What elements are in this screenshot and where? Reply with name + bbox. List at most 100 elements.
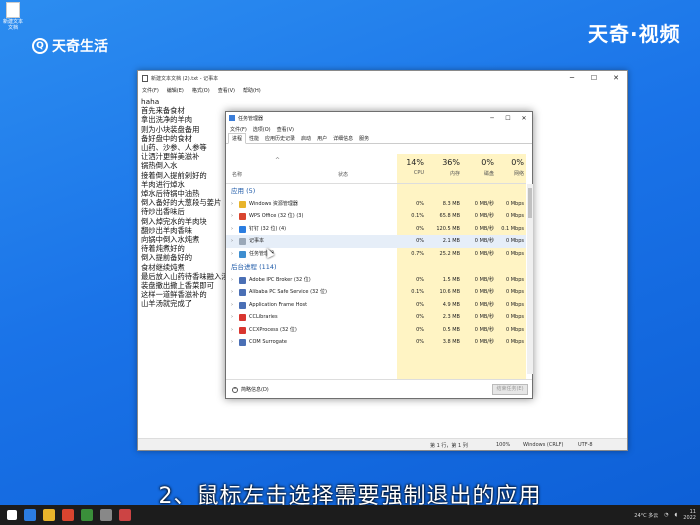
header-mem[interactable]: 内存 — [426, 170, 460, 177]
process-row[interactable]: › CCXProcess (32 位) 0% 0.5 MB 0 MB/秒 0 Mbps — [226, 324, 526, 336]
process-row[interactable]: › Adobe IPC Broker (32 位) 0% 1.5 MB 0 MB/秒 0 … — [226, 274, 526, 286]
process-cpu: 0% — [416, 238, 424, 245]
process-row[interactable]: › Windows 资源管理器 0% 8.3 MB 0 MB/秒 0 Mbps — [226, 198, 526, 210]
start-icon[interactable] — [7, 510, 17, 520]
taskbar-folder-icon[interactable] — [43, 509, 55, 521]
process-name: CCXProcess (32 位) — [249, 326, 297, 333]
menu-file[interactable]: 文件(F) — [142, 87, 159, 94]
process-group-header[interactable]: 后台进程 (114) — [226, 260, 526, 274]
menu-format[interactable]: 格式(O) — [192, 87, 210, 94]
tab-performance[interactable]: 性能 — [246, 134, 262, 143]
process-group-header[interactable]: 应用 (5) — [226, 184, 526, 198]
header-net-pct[interactable]: 0% — [494, 158, 524, 167]
process-net: 0 Mbps — [505, 213, 524, 220]
status-zoom: 100% — [496, 442, 511, 448]
header-name[interactable]: 名称 — [232, 171, 242, 178]
expand-chevron-icon[interactable]: › — [231, 324, 233, 336]
tab-processes[interactable]: 进程 — [228, 133, 247, 144]
status-eol: Windows (CRLF) — [523, 442, 564, 448]
process-net: 0 Mbps — [505, 338, 524, 345]
taskbar-wps-icon[interactable] — [62, 509, 74, 521]
process-row[interactable]: › Alibaba PC Safe Service (32 位) 0.1% 10.6 … — [226, 286, 526, 298]
header-disk-pct[interactable]: 0% — [462, 158, 494, 167]
process-mem: 25.2 MB — [439, 250, 460, 257]
header-mem-pct[interactable]: 36% — [426, 158, 460, 167]
tm-menu-options[interactable]: 选项(O) — [253, 126, 271, 133]
menu-view[interactable]: 查看(V) — [218, 87, 235, 94]
menu-help[interactable]: 帮助(H) — [243, 87, 261, 94]
brand-logo-right: 天奇·视频 — [588, 22, 681, 46]
process-cpu: 0.7% — [411, 250, 424, 257]
header-cpu[interactable]: CPU — [398, 170, 424, 176]
minimize-button[interactable]: ─ — [561, 74, 583, 82]
header-cpu-pct[interactable]: 14% — [398, 158, 424, 167]
process-row[interactable]: › COM Surrogate 0% 3.8 MB 0 MB/秒 0 Mbps — [226, 336, 526, 348]
expand-chevron-icon[interactable]: › — [231, 235, 233, 247]
process-scrollbar[interactable] — [527, 184, 533, 374]
scrollbar-thumb[interactable] — [528, 188, 532, 218]
process-cpu: 0% — [416, 314, 424, 321]
header-net[interactable]: 网络 — [494, 170, 524, 177]
network-icon[interactable]: ◔ — [664, 512, 668, 518]
expand-chevron-icon[interactable]: › — [231, 248, 233, 260]
process-disk: 0 MB/秒 — [474, 301, 494, 308]
menu-edit[interactable]: 编辑(E) — [167, 87, 184, 94]
expand-chevron-icon[interactable]: › — [231, 198, 233, 210]
desktop-file-icon[interactable]: 新建文本文档 — [2, 2, 24, 31]
process-row[interactable]: › 记事本 0% 2.1 MB 0 MB/秒 0 Mbps — [226, 235, 526, 248]
tab-startup[interactable]: 启动 — [298, 134, 314, 143]
volume-icon[interactable]: ◖ — [675, 512, 678, 518]
process-net: 0 Mbps — [505, 250, 524, 257]
process-mem: 10.6 MB — [439, 289, 460, 296]
process-disk: 0 MB/秒 — [474, 250, 494, 257]
taskbar: 24°C 多云 ◔ ◖ 11 2022 — [0, 505, 700, 525]
tab-services[interactable]: 服务 — [356, 134, 372, 143]
maximize-button[interactable]: ☐ — [583, 74, 605, 82]
taskbar-app-icon-1[interactable] — [24, 509, 36, 521]
tm-close-button[interactable]: ✕ — [516, 115, 532, 122]
tm-menu-view[interactable]: 查看(V) — [277, 126, 294, 133]
desktop-file-label: 新建文本文档 — [2, 19, 23, 31]
tab-users[interactable]: 用户 — [314, 134, 330, 143]
notepad-line: haha — [141, 97, 160, 106]
process-disk: 0 MB/秒 — [474, 338, 494, 345]
process-name: CCLibraries — [249, 314, 278, 321]
taskbar-app-icon-4[interactable] — [119, 509, 131, 521]
end-task-button[interactable]: 结束任务(E) — [492, 384, 528, 395]
clock[interactable]: 11 2022 — [683, 509, 696, 521]
process-cpu: 0% — [416, 338, 424, 345]
header-status[interactable]: 状态 — [338, 171, 348, 178]
taskbar-app-icon-3[interactable] — [100, 509, 112, 521]
taskbar-app-icon-2[interactable] — [81, 509, 93, 521]
tm-maximize-button[interactable]: ☐ — [500, 115, 516, 122]
process-icon — [239, 338, 246, 346]
header-disk[interactable]: 磁盘 — [462, 170, 494, 177]
clock-date: 2022 — [683, 515, 696, 521]
expand-chevron-icon[interactable]: › — [231, 223, 233, 235]
tm-menu-file[interactable]: 文件(F) — [230, 126, 247, 133]
expand-chevron-icon[interactable]: › — [231, 299, 233, 311]
close-button[interactable]: ✕ — [605, 74, 627, 82]
tab-app-history[interactable]: 应用历史记录 — [262, 134, 298, 143]
expand-chevron-icon[interactable]: › — [231, 286, 233, 298]
process-row[interactable]: › WPS Office (32 位) (3) 0.1% 65.8 MB 0 MB/秒 0… — [226, 210, 526, 222]
process-cpu: 0% — [416, 225, 424, 232]
weather-widget[interactable]: 24°C 多云 — [634, 512, 658, 519]
tab-details[interactable]: 详细信息 — [330, 134, 356, 143]
expand-chevron-icon[interactable]: › — [231, 311, 233, 323]
process-mem: 120.5 MB — [436, 225, 460, 232]
expand-chevron-icon[interactable]: › — [231, 210, 233, 222]
process-mem: 65.8 MB — [439, 213, 460, 220]
process-row[interactable]: › Application Frame Host 0% 4.9 MB 0 MB/秒 0 M… — [226, 299, 526, 311]
status-encoding: UTF-8 — [578, 442, 593, 448]
sort-up-icon: ^ — [275, 157, 281, 164]
process-row[interactable]: › CCLibraries 0% 2.3 MB 0 MB/秒 0 Mbps — [226, 311, 526, 323]
process-disk: 0 MB/秒 — [474, 276, 494, 283]
expand-chevron-icon[interactable]: › — [231, 336, 233, 348]
expand-chevron-icon[interactable]: › — [231, 274, 233, 286]
brand-q-icon: Q — [32, 38, 48, 54]
tm-minimize-button[interactable]: ─ — [484, 115, 500, 122]
process-icon — [239, 276, 246, 284]
fewer-details-button[interactable]: ^ 简略信息(D) — [232, 386, 269, 393]
process-row[interactable]: › 钉钉 (32 位) (4) 0% 120.5 MB 0 MB/秒 0.1 Mbps — [226, 223, 526, 235]
